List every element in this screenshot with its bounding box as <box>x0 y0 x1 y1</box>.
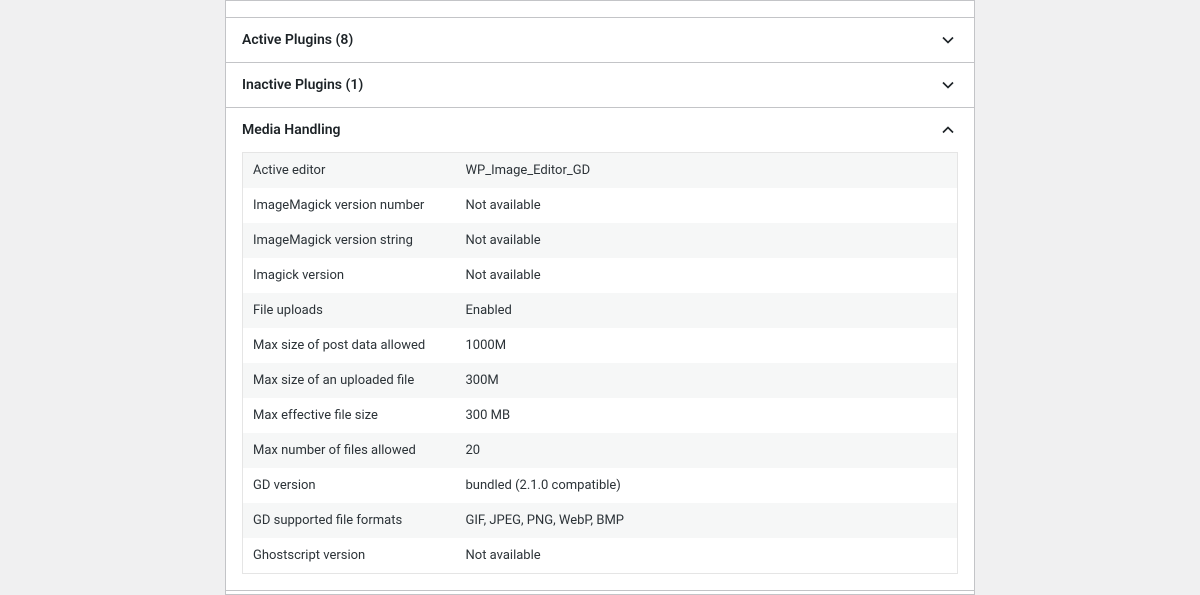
table-row: File uploadsEnabled <box>243 293 958 328</box>
row-label: ImageMagick version number <box>243 188 456 223</box>
row-label: GD supported file formats <box>243 503 456 538</box>
chevron-down-icon <box>938 75 958 95</box>
row-value: Not available <box>456 188 958 223</box>
row-label: Ghostscript version <box>243 538 456 574</box>
row-value: 300M <box>456 363 958 398</box>
row-label: GD version <box>243 468 456 503</box>
row-label: Max number of files allowed <box>243 433 456 468</box>
chevron-up-icon <box>938 120 958 140</box>
row-value: 300 MB <box>456 398 958 433</box>
panel-header-media-handling[interactable]: Media Handling <box>226 108 974 152</box>
panel-title: Inactive Plugins (1) <box>242 77 363 93</box>
panel-header-inactive-plugins[interactable]: Inactive Plugins (1) <box>226 63 974 107</box>
table-row: Max size of post data allowed1000M <box>243 328 958 363</box>
table-row: GD versionbundled (2.1.0 compatible) <box>243 468 958 503</box>
panel-partial-top <box>225 0 975 18</box>
panel-title: Media Handling <box>242 122 341 138</box>
media-handling-table: Active editorWP_Image_Editor_GDImageMagi… <box>242 152 958 574</box>
site-health-container: Active Plugins (8) Inactive Plugins (1) … <box>225 0 975 595</box>
row-label: Imagick version <box>243 258 456 293</box>
chevron-down-icon <box>938 30 958 50</box>
row-value: bundled (2.1.0 compatible) <box>456 468 958 503</box>
table-row: ImageMagick version stringNot available <box>243 223 958 258</box>
panel-body-media-handling: Active editorWP_Image_Editor_GDImageMagi… <box>226 152 974 590</box>
row-value: Not available <box>456 223 958 258</box>
panel-title: Active Plugins (8) <box>242 32 353 48</box>
table-row: Ghostscript versionNot available <box>243 538 958 574</box>
row-label: Max effective file size <box>243 398 456 433</box>
panel-header-active-plugins[interactable]: Active Plugins (8) <box>226 18 974 62</box>
row-label: ImageMagick version string <box>243 223 456 258</box>
row-value: Not available <box>456 538 958 574</box>
table-row: GD supported file formatsGIF, JPEG, PNG,… <box>243 503 958 538</box>
table-row: Active editorWP_Image_Editor_GD <box>243 153 958 189</box>
row-label: Max size of post data allowed <box>243 328 456 363</box>
row-value: Not available <box>456 258 958 293</box>
panel-inactive-plugins: Inactive Plugins (1) <box>225 63 975 108</box>
panel-active-plugins: Active Plugins (8) <box>225 18 975 63</box>
panel-partial-bottom <box>225 591 975 595</box>
row-label: Active editor <box>243 153 456 189</box>
table-row: Max effective file size300 MB <box>243 398 958 433</box>
row-label: Max size of an uploaded file <box>243 363 456 398</box>
row-label: File uploads <box>243 293 456 328</box>
table-row: ImageMagick version numberNot available <box>243 188 958 223</box>
table-row: Max size of an uploaded file300M <box>243 363 958 398</box>
table-row: Max number of files allowed20 <box>243 433 958 468</box>
panel-media-handling: Media Handling Active editorWP_Image_Edi… <box>225 108 975 591</box>
table-row: Imagick versionNot available <box>243 258 958 293</box>
row-value: 1000M <box>456 328 958 363</box>
row-value: WP_Image_Editor_GD <box>456 153 958 189</box>
row-value: Enabled <box>456 293 958 328</box>
row-value: GIF, JPEG, PNG, WebP, BMP <box>456 503 958 538</box>
row-value: 20 <box>456 433 958 468</box>
